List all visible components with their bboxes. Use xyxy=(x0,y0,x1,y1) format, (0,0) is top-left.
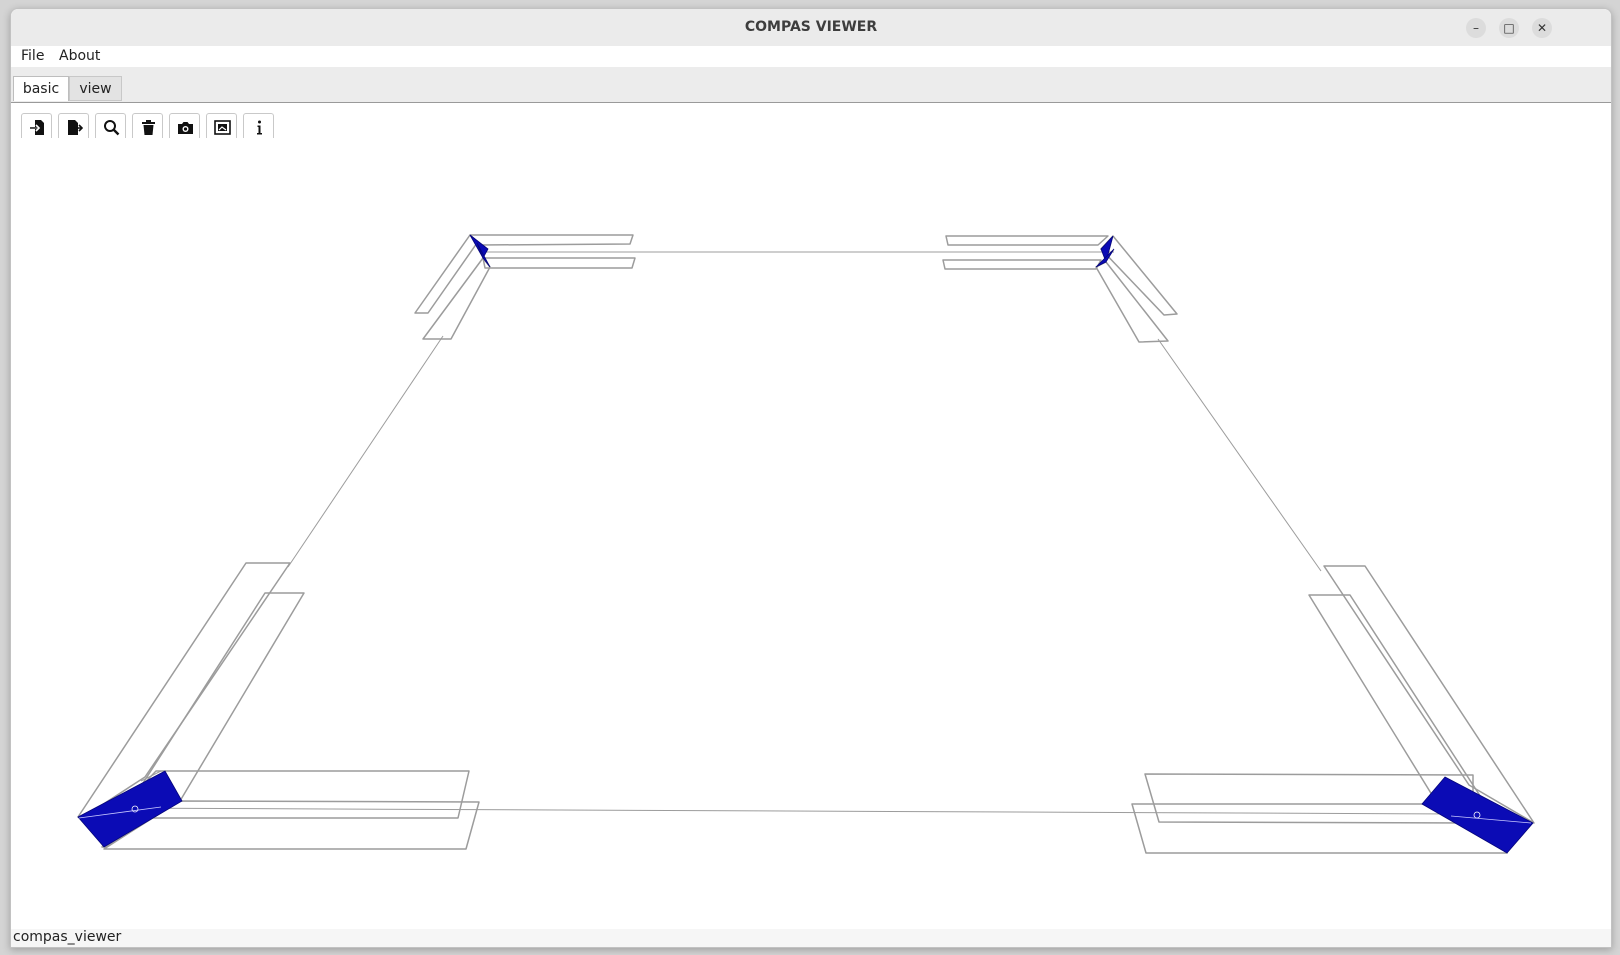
export-button[interactable] xyxy=(58,113,89,138)
close-button[interactable]: ✕ xyxy=(1532,18,1552,38)
app-window: COMPAS VIEWER – □ ✕ File About basic vie… xyxy=(10,8,1612,948)
tab-basic[interactable]: basic xyxy=(13,76,69,101)
info-icon xyxy=(257,120,262,135)
corner-block xyxy=(1421,776,1534,854)
window-title: COMPAS VIEWER xyxy=(744,19,878,35)
trash-icon xyxy=(142,120,155,135)
tab-bar: basic view xyxy=(11,67,1611,102)
camera-icon xyxy=(178,122,193,134)
edge-line xyxy=(287,335,444,568)
screenshot-button[interactable] xyxy=(169,113,200,138)
status-bar: compas_viewer xyxy=(11,929,1611,947)
beam-outline xyxy=(1095,261,1169,343)
tab-view[interactable]: view xyxy=(69,76,122,101)
menu-file[interactable]: File xyxy=(21,48,44,64)
info-button[interactable] xyxy=(243,113,274,138)
3d-viewport[interactable] xyxy=(11,139,1611,929)
fit-view-icon xyxy=(214,120,231,135)
zoom-icon xyxy=(104,120,120,136)
beam-outline xyxy=(482,257,636,269)
beam-outline xyxy=(414,234,478,314)
beam-outline xyxy=(77,562,291,818)
beam-outline xyxy=(942,259,1102,270)
menu-about[interactable]: About xyxy=(59,48,100,64)
beam-outline xyxy=(1308,594,1498,823)
status-text: compas_viewer xyxy=(13,929,122,945)
minimize-button[interactable]: – xyxy=(1466,18,1486,38)
edge-line xyxy=(1157,338,1322,572)
fit-view-button[interactable] xyxy=(206,113,237,138)
beam-outline xyxy=(945,235,1109,246)
scene-wireframe xyxy=(77,234,1535,854)
corner-block xyxy=(77,770,183,848)
menu-bar: File About xyxy=(11,46,1611,67)
delete-button[interactable] xyxy=(132,113,163,138)
beam-outline xyxy=(469,234,634,246)
maximize-button[interactable]: □ xyxy=(1499,18,1519,38)
beam-outline xyxy=(422,257,491,340)
edge-line xyxy=(110,807,1467,815)
title-bar: COMPAS VIEWER – □ ✕ xyxy=(11,9,1611,47)
file-export-icon xyxy=(68,120,83,135)
file-open-icon xyxy=(30,120,44,135)
zoom-button[interactable] xyxy=(95,113,126,138)
open-file-button[interactable] xyxy=(21,113,52,138)
toolbar xyxy=(11,102,1611,140)
